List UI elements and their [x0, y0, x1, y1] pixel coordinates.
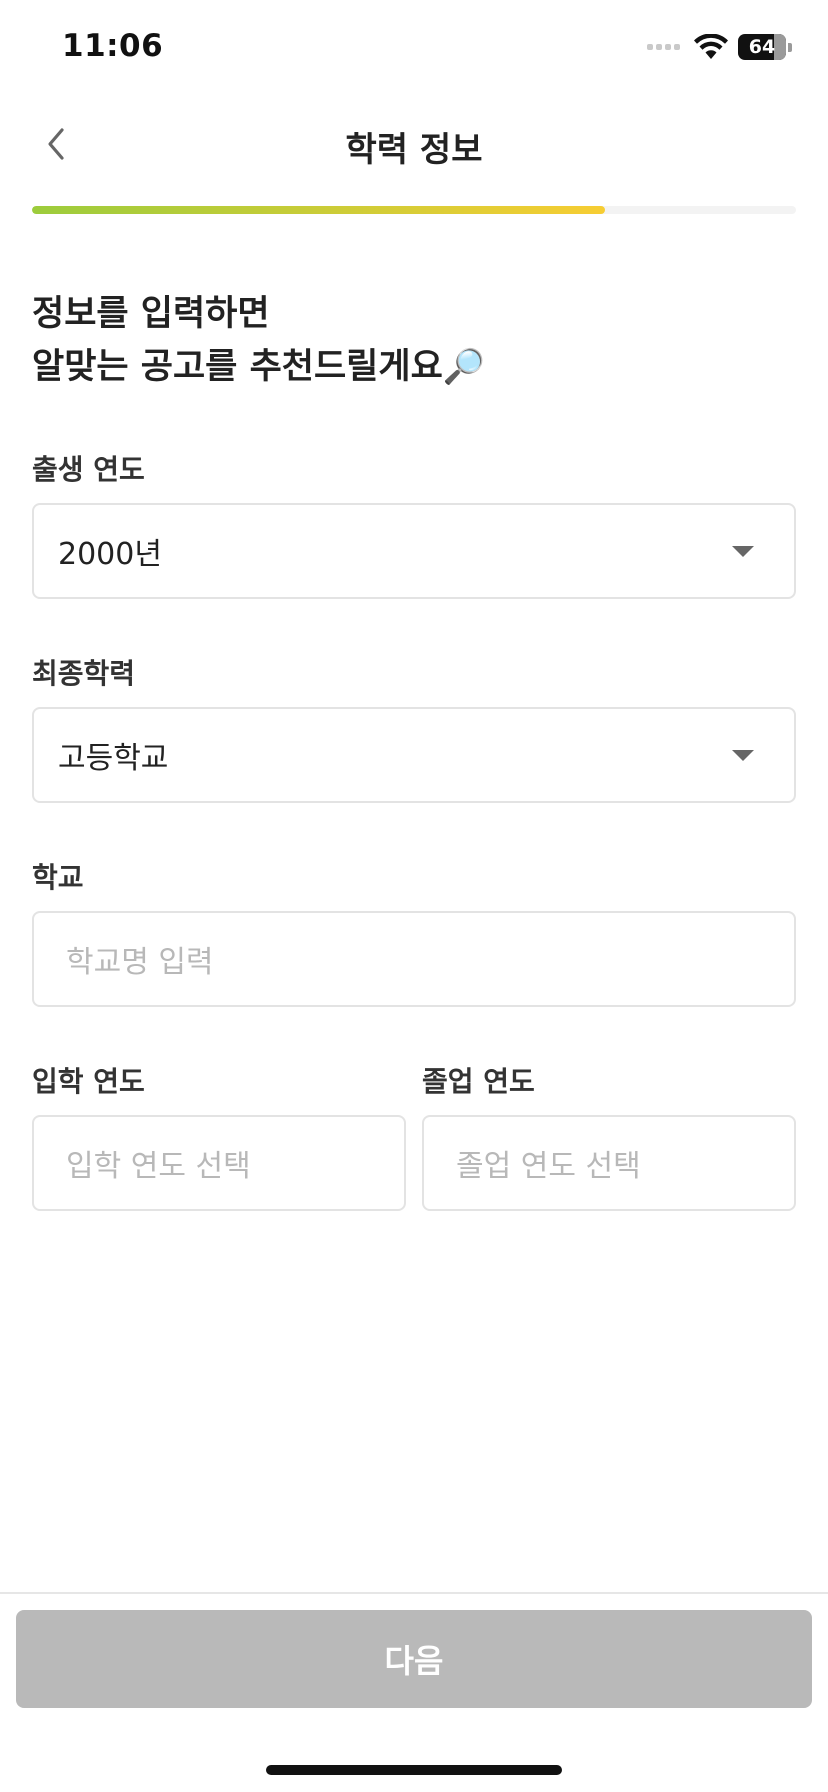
school-input[interactable]: 학교명 입력: [32, 911, 796, 1007]
caret-down-icon: [732, 749, 754, 761]
progress-fill: [32, 206, 605, 214]
wifi-icon: [694, 34, 728, 59]
headline-line-2-text: 알맞는 공고를 추천드릴게요: [32, 347, 443, 387]
education-value: 고등학교: [58, 741, 169, 776]
next-button[interactable]: 다음: [16, 1610, 812, 1708]
headline: 정보를 입력하면 알맞는 공고를 추천드릴게요🔎: [32, 288, 792, 394]
graduation-year-placeholder: 졸업 연도 선택: [456, 1149, 641, 1184]
magnifier-icon: 🔎: [442, 347, 486, 387]
education-select[interactable]: 고등학교: [32, 707, 796, 803]
birth-year-label: 출생 연도: [32, 453, 145, 486]
caret-down-icon: [732, 545, 754, 557]
screen: 11:06 64 학력 정보 정보를 입력하면 알맞는 공고를 추천드릴게요�: [0, 0, 828, 1792]
home-indicator[interactable]: [266, 1765, 562, 1775]
progress-bar: [32, 206, 796, 214]
admission-year-select[interactable]: 입학 연도 선택: [32, 1115, 406, 1211]
cellular-signal-icon: [647, 44, 680, 50]
status-time: 11:06: [62, 28, 164, 64]
school-label: 학교: [32, 861, 84, 894]
status-icons: 64: [647, 34, 792, 60]
battery-level: 64: [748, 36, 776, 58]
school-placeholder: 학교명 입력: [66, 945, 214, 980]
graduation-year-select[interactable]: 졸업 연도 선택: [422, 1115, 796, 1211]
headline-line-2: 알맞는 공고를 추천드릴게요🔎: [32, 341, 792, 394]
graduation-year-label: 졸업 연도: [422, 1065, 535, 1098]
headline-line-1: 정보를 입력하면: [32, 294, 270, 334]
battery-icon: 64: [738, 34, 792, 60]
bottom-divider: [0, 1592, 828, 1594]
birth-year-value: 2000년: [58, 537, 162, 572]
admission-year-placeholder: 입학 연도 선택: [66, 1149, 251, 1184]
admission-year-label: 입학 연도: [32, 1065, 145, 1098]
page-title: 학력 정보: [345, 130, 483, 170]
education-label: 최종학력: [32, 657, 136, 690]
birth-year-select[interactable]: 2000년: [32, 503, 796, 599]
